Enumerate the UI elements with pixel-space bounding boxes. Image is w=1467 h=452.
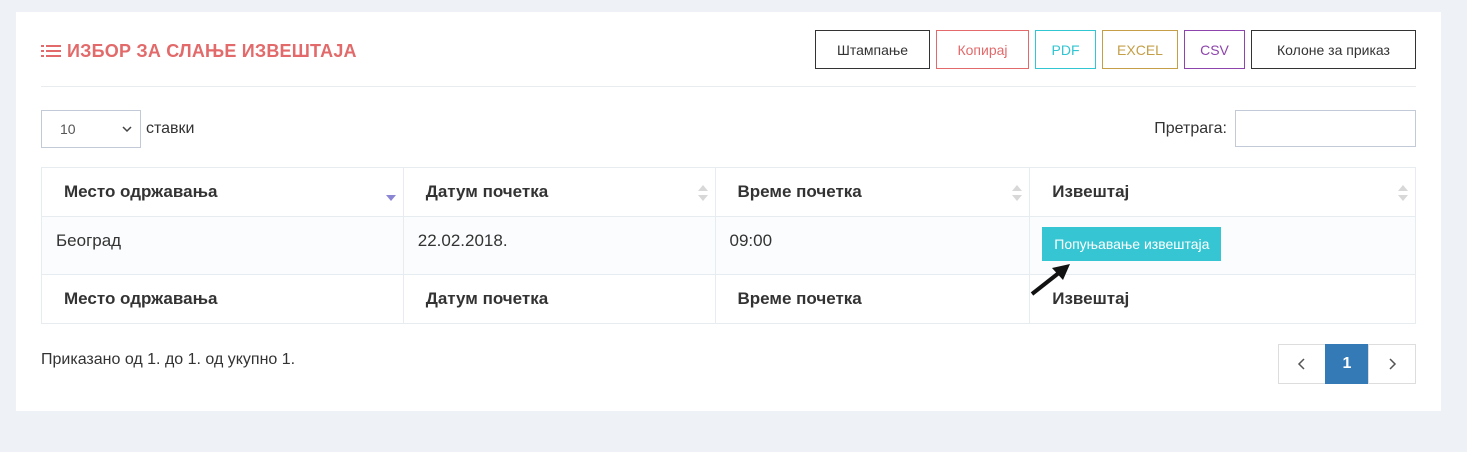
cell-report: Попуњавање извештаја bbox=[1029, 216, 1416, 275]
search-label: Претрага: bbox=[1154, 119, 1227, 137]
page-length-control: 10 ставки bbox=[41, 110, 194, 148]
copy-button[interactable]: Копирај bbox=[936, 30, 1029, 69]
pagination: 1 bbox=[1278, 344, 1416, 384]
print-button[interactable]: Штампање bbox=[815, 30, 930, 69]
page-title: ИЗБОР ЗА СЛАЊЕ ИЗВЕШТАЈА bbox=[41, 40, 357, 62]
cell-date: 22.02.2018. bbox=[402, 216, 716, 275]
reports-table: Место одржавања Датум почетка Време поче… bbox=[41, 167, 1416, 324]
sort-both-icon bbox=[1398, 185, 1408, 201]
chevron-left-icon bbox=[1297, 358, 1305, 370]
page-length-value: 10 bbox=[60, 121, 76, 137]
table-header-row: Место одржавања Датум почетка Време поче… bbox=[41, 167, 1416, 217]
column-header-time[interactable]: Време почетка bbox=[714, 167, 1031, 217]
sort-both-icon bbox=[1012, 185, 1023, 201]
csv-button[interactable]: CSV bbox=[1184, 30, 1245, 69]
pointer-arrow-icon bbox=[1030, 264, 1070, 296]
table-info: Приказано од 1. до 1. од укупно 1. bbox=[41, 351, 296, 368]
excel-button[interactable]: EXCEL bbox=[1102, 30, 1178, 69]
report-panel: ИЗБОР ЗА СЛАЊЕ ИЗВЕШТАЈА Штампање Копира… bbox=[16, 12, 1441, 411]
pdf-button[interactable]: PDF bbox=[1035, 30, 1096, 69]
footer-report: Извештај bbox=[1029, 274, 1416, 324]
next-page-button[interactable] bbox=[1368, 344, 1416, 384]
page-title-text: ИЗБОР ЗА СЛАЊЕ ИЗВЕШТАЈА bbox=[67, 40, 357, 61]
table-row: Београд 22.02.2018. 09:00 Попуњавање изв… bbox=[41, 216, 1416, 275]
footer-date: Датум почетка bbox=[402, 274, 716, 324]
page-button-current[interactable]: 1 bbox=[1325, 344, 1369, 384]
sort-both-icon bbox=[697, 185, 708, 201]
column-visibility-button[interactable]: Колоне за приказ bbox=[1251, 30, 1416, 69]
page-length-label: ставки bbox=[146, 120, 195, 137]
page-length-select[interactable]: 10 bbox=[41, 110, 141, 148]
footer-time: Време почетка bbox=[714, 274, 1031, 324]
column-header-report[interactable]: Извештај bbox=[1029, 167, 1416, 217]
footer-place: Место одржавања bbox=[41, 274, 404, 324]
panel-header: ИЗБОР ЗА СЛАЊЕ ИЗВЕШТАЈА Штампање Копира… bbox=[16, 12, 1441, 88]
column-header-place[interactable]: Место одржавања bbox=[41, 167, 404, 217]
table-footer-row: Место одржавања Датум почетка Време поче… bbox=[41, 274, 1416, 324]
list-icon bbox=[41, 45, 61, 57]
cell-time: 09:00 bbox=[714, 216, 1031, 275]
fill-report-button[interactable]: Попуњавање извештаја bbox=[1042, 227, 1222, 261]
cell-place: Београд bbox=[41, 216, 404, 275]
previous-page-button[interactable] bbox=[1278, 344, 1326, 384]
search-input[interactable] bbox=[1235, 110, 1416, 147]
column-header-date[interactable]: Датум почетка bbox=[402, 167, 716, 217]
chevron-down-icon bbox=[122, 125, 132, 132]
chevron-right-icon bbox=[1389, 358, 1397, 370]
sort-desc-icon bbox=[385, 195, 396, 201]
header-divider bbox=[41, 86, 1416, 87]
search-control: Претрага: bbox=[1154, 110, 1416, 147]
export-buttons: Штампање Копирај PDF EXCEL CSV Колоне за… bbox=[815, 30, 1416, 69]
